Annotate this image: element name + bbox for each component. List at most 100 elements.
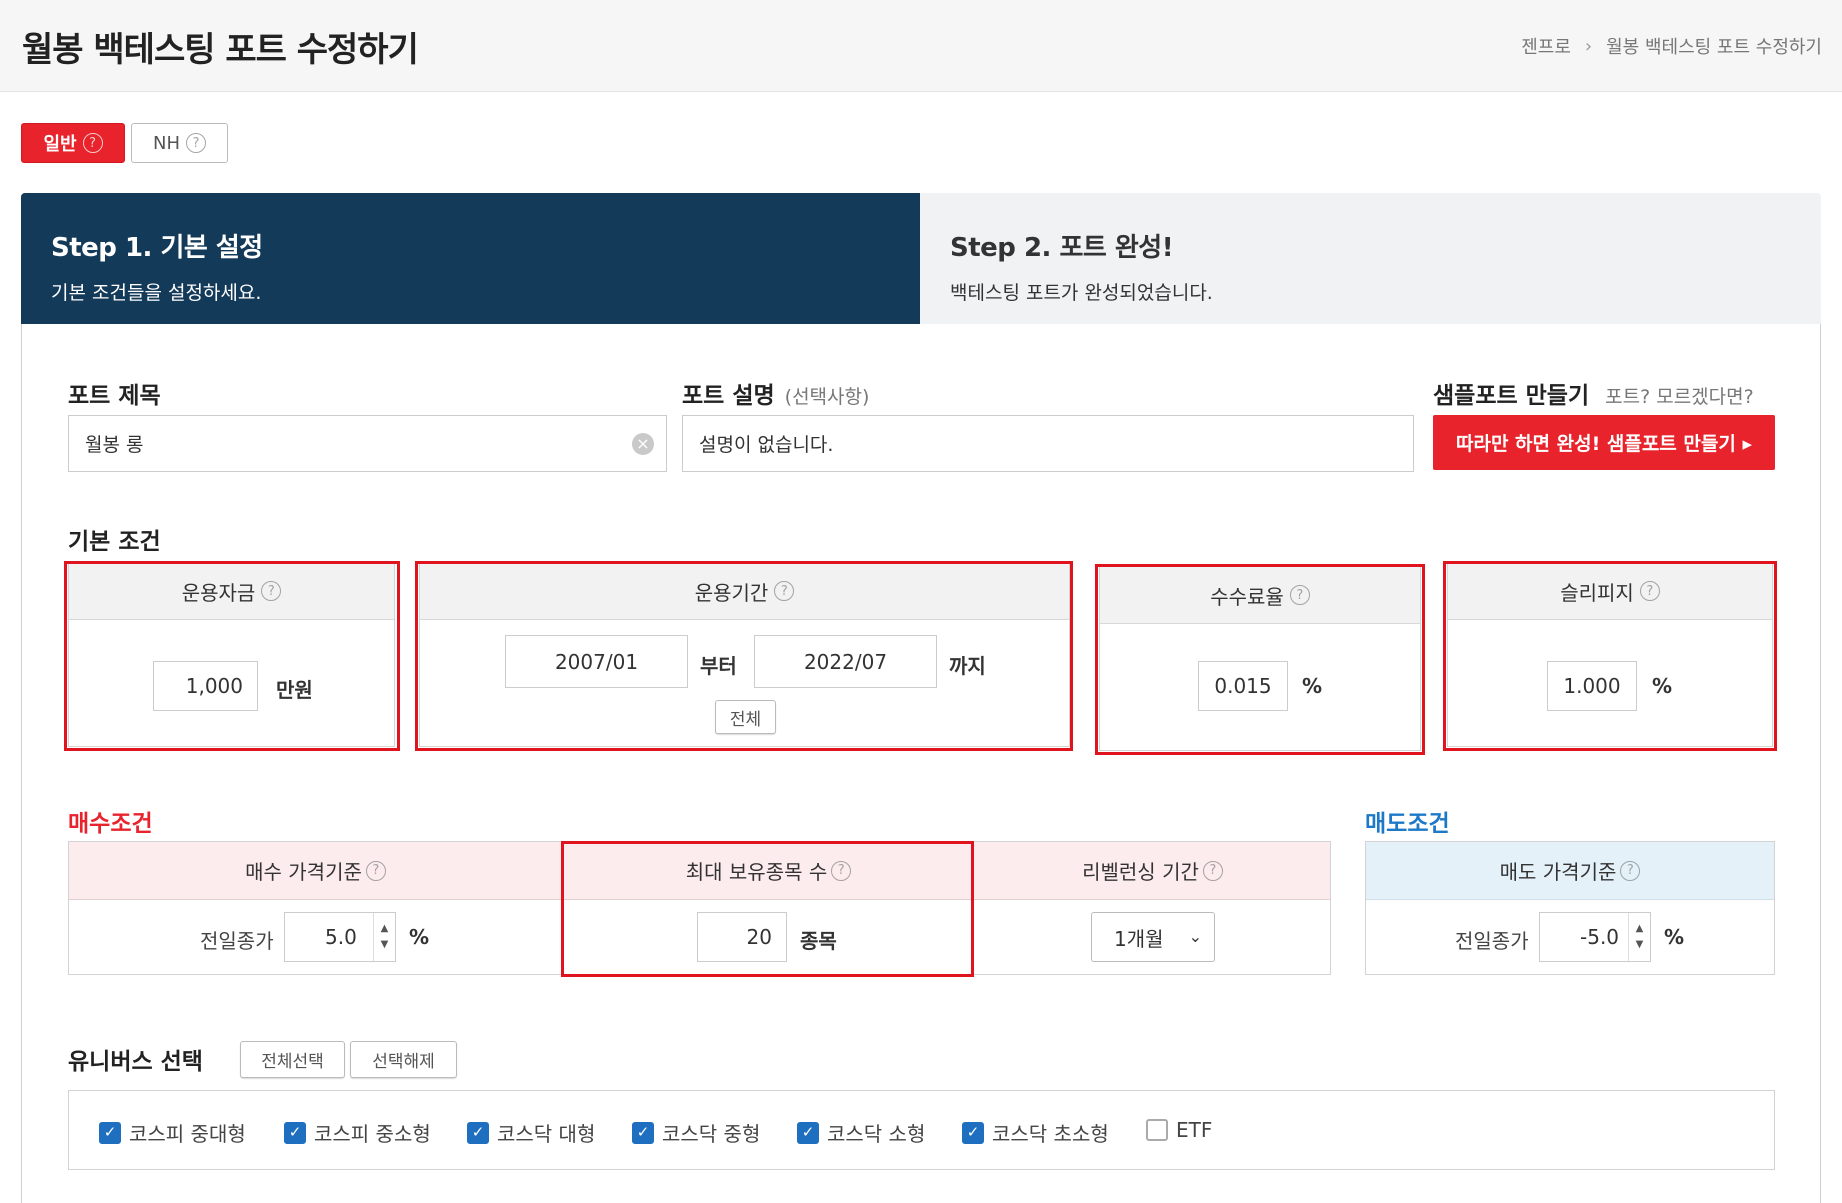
period-from-input[interactable]: 2007/01 [505, 635, 688, 688]
checkbox-checked-icon[interactable]: ✓ [284, 1121, 306, 1144]
sample-port-label: 샘플포트 만들기 포트? 모르겠다면? [1433, 376, 1754, 410]
help-icon[interactable]: ? [82, 133, 103, 153]
deselect-all-button[interactable]: 선택해제 [350, 1041, 457, 1078]
help-icon[interactable]: ? [261, 581, 282, 601]
sell-section-title: 매도조건 [1365, 811, 1450, 837]
max-holdings-unit: 종목 [800, 929, 837, 953]
slippage-header: 슬리피지 ? [1448, 563, 1772, 620]
period-label: 운용기간 [694, 580, 769, 605]
breadcrumb-current: 월봉 백테스팅 포트 수정하기 [1606, 37, 1822, 58]
top-bar: 월봉 백테스팅 포트 수정하기 젠프로 › 월봉 백테스팅 포트 수정하기 [0, 0, 1842, 92]
sell-price-header: 매도 가격기준 ? [1366, 842, 1774, 900]
rebalance-select[interactable]: 1개월 ⌄ [1091, 912, 1215, 962]
port-desc-label-text: 포트 설명 [682, 383, 775, 409]
sell-price-stepper[interactable]: -5.0 ▲ ▼ [1539, 912, 1651, 962]
period-to-suffix: 까지 [949, 654, 986, 678]
help-icon[interactable]: ? [365, 860, 386, 881]
universe-item-label: 코스닥 초소형 [992, 1122, 1109, 1146]
capital-label: 운용자금 [181, 580, 256, 605]
port-title-label: 포트 제목 [68, 383, 161, 409]
help-icon[interactable]: ? [1289, 585, 1310, 605]
period-to-input[interactable]: 2022/07 [754, 635, 937, 688]
help-icon[interactable]: ? [186, 133, 206, 153]
help-icon[interactable]: ? [774, 581, 795, 601]
fee-label: 수수료율 [1210, 584, 1284, 609]
rebalance-header: 리벨런싱 기간 ? [975, 842, 1330, 900]
help-icon[interactable]: ? [1620, 860, 1641, 881]
rebalance-value: 1개월 [1114, 926, 1164, 951]
port-desc-input[interactable]: 설명이 없습니다. [682, 415, 1414, 472]
slippage-input[interactable]: 1.000 [1547, 661, 1637, 711]
checkbox-checked-icon[interactable]: ✓ [632, 1121, 654, 1144]
slippage-box: 슬리피지 ? [1447, 562, 1773, 747]
max-holdings-label: 최대 보유종목 수 [685, 860, 828, 884]
buy-price-stepper[interactable]: 5.0 ▲ ▼ [284, 912, 396, 962]
universe-item[interactable]: ✓ 코스피 중소형 [284, 1118, 431, 1147]
port-desc-optional: (선택사항) [784, 386, 870, 408]
mode-general-label: 일반 [43, 134, 77, 155]
clear-icon[interactable]: × [632, 433, 654, 455]
step-2: Step 2. 포트 완성! 백테스팅 포트가 완성되었습니다. [920, 193, 1821, 324]
period-all-button[interactable]: 전체 [715, 700, 776, 734]
universe-item[interactable]: ✓ 코스피 중대형 [99, 1118, 246, 1147]
max-holdings-input[interactable]: 20 [697, 912, 787, 962]
buy-section-title: 매수조건 [68, 811, 153, 837]
universe-item-label: 코스피 중대형 [129, 1122, 246, 1146]
capital-box: 운용자금 ? [68, 562, 395, 747]
step-indicator: Step 1. 기본 설정 기본 조건들을 설정하세요. Step 2. 포트 … [21, 193, 1821, 324]
slippage-unit: % [1652, 674, 1673, 698]
checkbox-checked-icon[interactable]: ✓ [797, 1121, 819, 1144]
universe-item[interactable]: ✓ 코스닥 중형 [632, 1118, 760, 1147]
sell-price-value: -5.0 [1580, 925, 1620, 949]
sell-price-label: 매도 가격기준 [1499, 860, 1617, 884]
period-header: 운용기간 ? [420, 563, 1069, 620]
universe-item-label: 코스닥 중형 [662, 1122, 761, 1146]
page-title: 월봉 백테스팅 포트 수정하기 [22, 30, 419, 70]
capital-header: 운용자금 ? [69, 563, 394, 620]
buy-price-label: 매수 가격기준 [245, 860, 362, 884]
universe-item[interactable]: ✓ 코스닥 초소형 [962, 1118, 1109, 1147]
port-desc-label: 포트 설명 (선택사항) [682, 376, 869, 410]
capital-input[interactable]: 1,000 [153, 661, 258, 711]
port-title-value: 월봉 롱 [85, 434, 144, 456]
checkbox-checked-icon[interactable]: ✓ [99, 1121, 121, 1144]
stepper-arrows-icon[interactable]: ▲ ▼ [373, 913, 395, 961]
universe-item[interactable]: ETF [1146, 1118, 1212, 1142]
help-icon[interactable]: ? [1202, 860, 1223, 881]
mode-general-button[interactable]: 일반 ? [21, 123, 125, 163]
buy-price-value: 5.0 [325, 925, 357, 949]
port-desc-value: 설명이 없습니다. [699, 434, 834, 456]
chevron-right-icon: › [1584, 35, 1593, 57]
step-2-desc: 백테스팅 포트가 완성되었습니다. [950, 282, 1213, 304]
slippage-label: 슬리피지 [1560, 580, 1634, 605]
select-all-button[interactable]: 전체선택 [240, 1041, 345, 1078]
universe-item[interactable]: ✓ 코스닥 소형 [797, 1118, 925, 1147]
universe-item-label: 코스닥 대형 [497, 1122, 596, 1146]
step-2-title: Step 2. 포트 완성! [950, 233, 1174, 263]
mode-nh-button[interactable]: NH ? [131, 123, 228, 163]
max-holdings-header: 최대 보유종목 수 ? [562, 842, 975, 900]
help-icon[interactable]: ? [831, 860, 852, 881]
help-icon[interactable]: ? [1639, 581, 1660, 601]
fee-box: 수수료율 ? [1099, 566, 1421, 751]
fee-input[interactable]: 0.015 [1198, 661, 1288, 711]
buy-price-unit: % [409, 925, 430, 949]
stepper-arrows-icon[interactable]: ▲ ▼ [1628, 913, 1650, 961]
basic-section-title: 기본 조건 [68, 529, 161, 555]
universe-item[interactable]: ✓ 코스닥 대형 [467, 1118, 595, 1147]
checkbox-checked-icon[interactable]: ✓ [467, 1121, 489, 1144]
fee-unit: % [1302, 674, 1323, 698]
sample-port-hint: 포트? 모르겠다면? [1605, 386, 1754, 408]
sample-port-button[interactable]: 따라만 하면 완성! 샘플포트 만들기 ▸ [1433, 415, 1775, 470]
port-title-input[interactable]: 월봉 롱 × [68, 415, 667, 472]
universe-section-title: 유니버스 선택 [68, 1049, 203, 1075]
checkbox-checked-icon[interactable]: ✓ [962, 1121, 984, 1144]
breadcrumb-home[interactable]: 젠프로 [1521, 33, 1571, 59]
buy-price-prefix: 전일종가 [200, 929, 274, 953]
period-from-suffix: 부터 [700, 654, 737, 678]
fee-header: 수수료율 ? [1100, 567, 1420, 624]
universe-item-label: ETF [1176, 1118, 1213, 1142]
universe-item-label: 코스피 중소형 [314, 1122, 431, 1146]
step-1-title: Step 1. 기본 설정 [51, 233, 263, 263]
checkbox-unchecked-icon[interactable] [1146, 1119, 1168, 1141]
